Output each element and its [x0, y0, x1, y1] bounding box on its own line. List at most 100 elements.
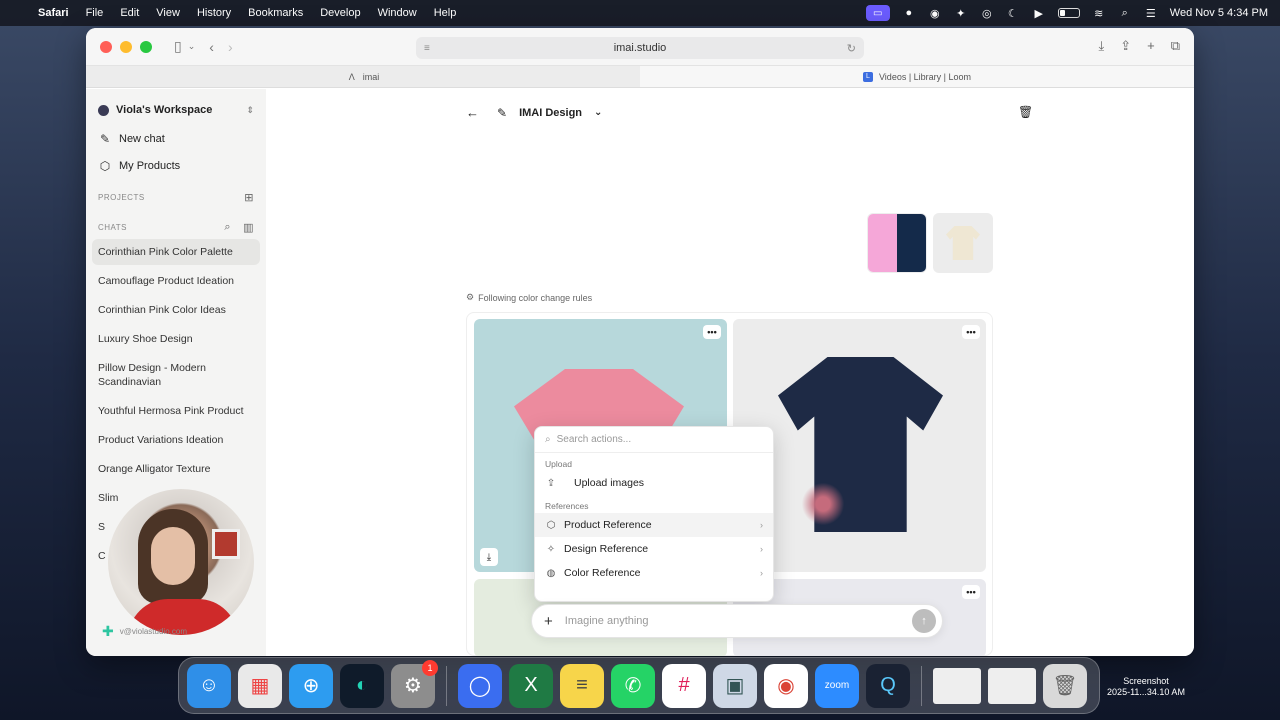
- trash-icon[interactable]: 🗑: [1018, 105, 1033, 119]
- back-arrow-icon[interactable]: ←: [466, 105, 479, 120]
- menu-develop[interactable]: Develop: [320, 7, 360, 19]
- book-icon[interactable]: ▥: [243, 221, 254, 234]
- notes-icon[interactable]: ≡: [560, 663, 604, 708]
- webcam-overlay[interactable]: [108, 489, 254, 635]
- sidebar-toggle-icon[interactable]: ▯: [174, 38, 182, 55]
- product-reference-item[interactable]: ⬡ Product Reference ›: [535, 513, 773, 537]
- address-bar[interactable]: ≡ imai.studio ↻: [416, 37, 864, 59]
- play-icon[interactable]: ▶: [1032, 7, 1046, 20]
- section-label: PROJECTS: [98, 192, 145, 202]
- tab-loom[interactable]: L Videos | Library | Loom: [640, 66, 1194, 87]
- edit-title-icon[interactable]: ✎: [497, 106, 507, 120]
- chat-item[interactable]: Corinthian Pink Color Ideas: [92, 297, 260, 323]
- zoom-status-icon[interactable]: ●: [902, 7, 916, 19]
- launchpad-icon[interactable]: ▦: [238, 663, 282, 708]
- battery-icon[interactable]: [1057, 8, 1080, 18]
- product-attachment-thumbnail[interactable]: [933, 213, 993, 273]
- menu-view[interactable]: View: [156, 7, 180, 19]
- excel-icon[interactable]: X: [509, 663, 553, 708]
- search-placeholder: Search actions...: [556, 434, 632, 445]
- back-icon[interactable]: ‹: [209, 39, 214, 55]
- new-tab-icon[interactable]: +: [1147, 38, 1155, 54]
- slack-icon[interactable]: #: [662, 663, 706, 708]
- dropbox-icon[interactable]: ✦: [954, 7, 968, 20]
- download-icon[interactable]: ⤓: [480, 548, 498, 566]
- creative-cloud-icon[interactable]: ◎: [980, 7, 994, 20]
- upload-images-item[interactable]: ⇪ Upload images: [535, 471, 773, 495]
- recent-document-thumbnail[interactable]: [988, 667, 1036, 704]
- design-reference-item[interactable]: ✧ Design Reference ›: [535, 537, 773, 561]
- settings-icon[interactable]: ⚙ 1: [391, 659, 438, 708]
- chevron-down-icon[interactable]: ⌄: [188, 41, 196, 52]
- fullscreen-window-button[interactable]: [140, 40, 152, 53]
- camera-icon[interactable]: ◉: [928, 7, 942, 20]
- whatsapp-icon[interactable]: ✆: [611, 663, 655, 708]
- menu-bookmarks[interactable]: Bookmarks: [248, 7, 303, 19]
- prompt-input[interactable]: Imagine anything: [565, 615, 649, 627]
- more-options-icon[interactable]: •••: [962, 585, 980, 599]
- chat-item[interactable]: Product Variations Ideation: [92, 427, 260, 453]
- file-label: 2025-11...34.10 AM: [1107, 687, 1185, 697]
- actions-search[interactable]: ⌕ Search actions...: [535, 427, 773, 453]
- zoom-icon[interactable]: zoom: [815, 663, 859, 708]
- share-icon[interactable]: ⇪: [1120, 38, 1131, 54]
- forward-icon[interactable]: ›: [228, 39, 233, 55]
- chevron-down-icon[interactable]: ⌄: [594, 107, 602, 118]
- chrome-icon[interactable]: ◉: [764, 663, 808, 708]
- user-account[interactable]: ✚ v@violastudio.com: [102, 623, 187, 640]
- page-title[interactable]: IMAI Design: [519, 107, 582, 119]
- chat-item[interactable]: Corinthian Pink Color Palette: [92, 239, 260, 265]
- main-panel: ← ✎ IMAI Design ⌄ 🗑 ⚙ Following color ch…: [266, 89, 1194, 656]
- signal-icon[interactable]: ◯: [458, 663, 502, 708]
- search-icon[interactable]: ⌕: [1118, 7, 1132, 19]
- chat-item[interactable]: Camouflage Product Ideation: [92, 268, 260, 294]
- menu-window[interactable]: Window: [378, 7, 417, 19]
- search-chats-icon[interactable]: ⌕: [224, 221, 231, 234]
- more-options-icon[interactable]: •••: [962, 325, 980, 339]
- menu-history[interactable]: History: [197, 7, 231, 19]
- prompt-bar[interactable]: + Imagine anything ↑: [531, 604, 943, 638]
- tab-overview-icon[interactable]: ⧉: [1171, 38, 1180, 54]
- desktop-screenshot-file[interactable]: Screenshot 2025-11...34.10 AM: [1100, 676, 1192, 698]
- chevron-updown-icon: ⇕: [246, 104, 254, 115]
- color-palette-attachment[interactable]: [867, 213, 927, 273]
- menu-file[interactable]: File: [86, 7, 104, 19]
- chat-item[interactable]: Luxury Shoe Design: [92, 326, 260, 352]
- page-settings-icon[interactable]: ≡: [424, 43, 430, 54]
- close-window-button[interactable]: [100, 40, 112, 53]
- preview-icon[interactable]: ▣: [713, 663, 757, 708]
- more-options-icon[interactable]: •••: [703, 325, 721, 339]
- notification-badge: 1: [422, 659, 438, 676]
- trash-bin-icon[interactable]: 🗑: [1043, 663, 1087, 708]
- chat-item[interactable]: Pillow Design - Modern Scandinavian: [92, 355, 260, 395]
- new-folder-icon[interactable]: ⊞: [244, 191, 254, 204]
- plus-icon[interactable]: +: [544, 613, 553, 630]
- menu-app-name[interactable]: Safari: [38, 7, 69, 19]
- quicktime-icon[interactable]: Q: [866, 663, 910, 708]
- minimize-window-button[interactable]: [120, 40, 132, 53]
- control-center-icon[interactable]: ☰: [1144, 7, 1158, 20]
- screen-mirror-icon[interactable]: ▭: [865, 5, 890, 21]
- send-arrow-icon[interactable]: ↑: [912, 609, 936, 633]
- upload-section-label: Upload: [545, 459, 572, 469]
- sidebar-item-my-products[interactable]: ⬡ My Products: [92, 152, 260, 179]
- sidebar-item-new-chat[interactable]: ✎ New chat: [92, 125, 260, 152]
- menu-help[interactable]: Help: [434, 7, 457, 19]
- wifi-icon[interactable]: ≋: [1092, 7, 1106, 20]
- chat-item[interactable]: Orange Alligator Texture: [92, 456, 260, 482]
- safari-icon[interactable]: ⊕: [289, 663, 333, 708]
- workspace-switcher[interactable]: Viola's Workspace ⇕: [92, 95, 260, 125]
- sidebar-item-label: New chat: [119, 132, 165, 145]
- menu-edit[interactable]: Edit: [120, 7, 139, 19]
- reload-icon[interactable]: ↻: [847, 42, 856, 55]
- color-reference-item[interactable]: ◍ Color Reference ›: [535, 561, 773, 585]
- chevron-right-icon: ›: [760, 520, 763, 530]
- recent-document-thumbnail[interactable]: [933, 667, 981, 704]
- tab-imai[interactable]: Λ imai: [86, 66, 640, 87]
- chat-item[interactable]: Youthful Hermosa Pink Product: [92, 398, 260, 424]
- menu-clock[interactable]: Wed Nov 5 4:34 PM: [1170, 7, 1268, 19]
- cursor-app-icon[interactable]: ◐: [340, 663, 384, 708]
- moon-icon[interactable]: ☾: [1006, 7, 1020, 20]
- download-icon[interactable]: ⤓: [1098, 38, 1104, 54]
- finder-icon[interactable]: ☺: [187, 663, 231, 708]
